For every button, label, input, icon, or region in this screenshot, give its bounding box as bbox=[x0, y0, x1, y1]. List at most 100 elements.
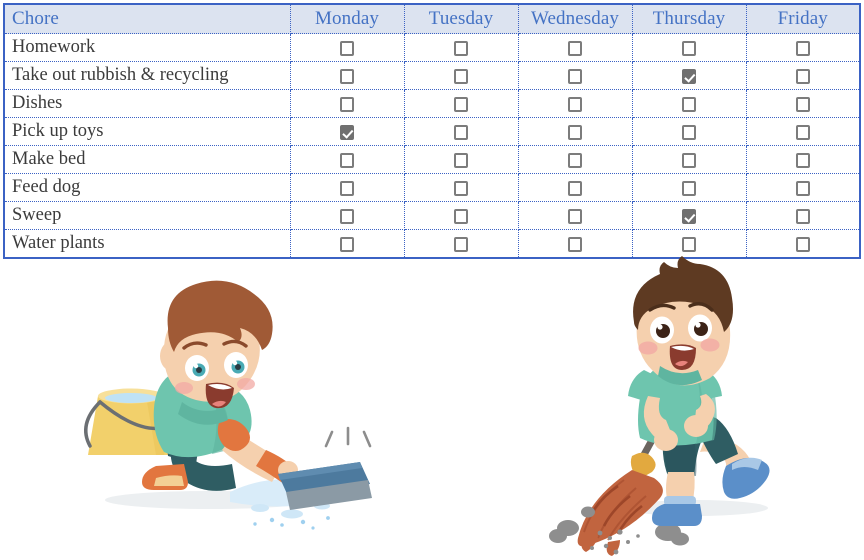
chore-day-cell[interactable] bbox=[746, 89, 860, 118]
chore-day-cell[interactable] bbox=[290, 173, 405, 202]
table-body: Homework Take out rubbish & recycling Dish… bbox=[4, 33, 860, 258]
checkbox-unchecked[interactable] bbox=[568, 96, 582, 112]
chore-day-cell[interactable] bbox=[746, 201, 860, 230]
column-header-tuesday: Tuesday bbox=[404, 4, 519, 34]
chore-day-cell[interactable] bbox=[632, 61, 747, 90]
checkbox-unchecked[interactable] bbox=[454, 68, 468, 84]
chore-day-cell[interactable] bbox=[290, 89, 405, 118]
chore-name-cell: Take out rubbish & recycling bbox=[4, 61, 291, 90]
chore-day-cell[interactable] bbox=[746, 117, 860, 146]
chore-day-cell[interactable] bbox=[518, 117, 633, 146]
checkbox-unchecked[interactable] bbox=[340, 40, 354, 56]
checkbox-unchecked[interactable] bbox=[795, 96, 810, 112]
illustration-area bbox=[0, 252, 864, 560]
chore-day-cell[interactable] bbox=[404, 201, 519, 230]
table-row: Sweep bbox=[4, 201, 860, 230]
checkbox-unchecked[interactable] bbox=[682, 96, 696, 112]
chore-day-cell[interactable] bbox=[290, 33, 405, 62]
chore-name-cell: Homework bbox=[4, 33, 291, 62]
chore-day-cell[interactable] bbox=[632, 145, 747, 174]
chore-day-cell[interactable] bbox=[632, 89, 747, 118]
chore-day-cell[interactable] bbox=[518, 173, 633, 202]
checkbox-unchecked[interactable] bbox=[795, 208, 810, 224]
chore-chart-table-container: Chore Monday Tuesday Wednesday Thursday … bbox=[3, 3, 861, 259]
chore-day-cell[interactable] bbox=[746, 61, 860, 90]
chore-day-cell[interactable] bbox=[404, 61, 519, 90]
chore-day-cell[interactable] bbox=[746, 145, 860, 174]
chore-day-cell[interactable] bbox=[404, 117, 519, 146]
checkbox-unchecked[interactable] bbox=[340, 68, 354, 84]
checkbox-unchecked[interactable] bbox=[795, 124, 810, 140]
checkbox-unchecked[interactable] bbox=[682, 180, 696, 196]
table-row: Take out rubbish & recycling bbox=[4, 61, 860, 90]
checkbox-unchecked[interactable] bbox=[340, 208, 354, 224]
chore-day-cell[interactable] bbox=[404, 145, 519, 174]
shoe-front bbox=[652, 504, 702, 526]
table-row: Pick up toys bbox=[4, 117, 860, 146]
chore-name-cell: Make bed bbox=[4, 145, 291, 174]
checkbox-unchecked[interactable] bbox=[454, 208, 468, 224]
chore-day-cell[interactable] bbox=[290, 117, 405, 146]
chore-day-cell[interactable] bbox=[746, 173, 860, 202]
chore-day-cell[interactable] bbox=[404, 89, 519, 118]
checkbox-unchecked[interactable] bbox=[568, 40, 582, 56]
header-row: Chore Monday Tuesday Wednesday Thursday … bbox=[4, 4, 860, 34]
checkbox-unchecked[interactable] bbox=[568, 68, 582, 84]
checkbox-unchecked[interactable] bbox=[454, 96, 468, 112]
checkbox-unchecked[interactable] bbox=[340, 180, 354, 196]
chore-day-cell[interactable] bbox=[518, 201, 633, 230]
checkbox-unchecked[interactable] bbox=[682, 124, 696, 140]
chore-day-cell[interactable] bbox=[290, 145, 405, 174]
checkbox-unchecked[interactable] bbox=[454, 124, 468, 140]
checkbox-unchecked[interactable] bbox=[795, 40, 810, 56]
table-row: Feed dog bbox=[4, 173, 860, 202]
chore-day-cell[interactable] bbox=[404, 33, 519, 62]
checkbox-unchecked[interactable] bbox=[340, 152, 354, 168]
checkbox-unchecked[interactable] bbox=[568, 208, 582, 224]
chore-day-cell[interactable] bbox=[632, 33, 747, 62]
chore-name-cell: Feed dog bbox=[4, 173, 291, 202]
checkbox-unchecked[interactable] bbox=[454, 40, 468, 56]
chore-day-cell[interactable] bbox=[290, 201, 405, 230]
chore-name-cell: Pick up toys bbox=[4, 117, 291, 146]
table-row: Dishes bbox=[4, 89, 860, 118]
boy-front-leg bbox=[652, 472, 702, 526]
checkbox-checked[interactable] bbox=[682, 68, 696, 84]
checkbox-unchecked[interactable] bbox=[568, 180, 582, 196]
cheek-right bbox=[237, 378, 255, 390]
chore-day-cell[interactable] bbox=[518, 33, 633, 62]
sparkle-lines bbox=[324, 426, 372, 448]
checkbox-unchecked[interactable] bbox=[795, 180, 810, 196]
checkbox-unchecked[interactable] bbox=[568, 152, 582, 168]
checkbox-unchecked[interactable] bbox=[454, 180, 468, 196]
checkbox-unchecked[interactable] bbox=[682, 40, 696, 56]
cheek-left bbox=[638, 341, 658, 355]
broom-head bbox=[577, 452, 663, 556]
chore-name-cell: Dishes bbox=[4, 89, 291, 118]
chore-day-cell[interactable] bbox=[632, 173, 747, 202]
boy-head bbox=[633, 256, 733, 386]
checkbox-checked[interactable] bbox=[340, 124, 354, 140]
chore-day-cell[interactable] bbox=[290, 61, 405, 90]
chore-day-cell[interactable] bbox=[518, 145, 633, 174]
checkbox-unchecked[interactable] bbox=[795, 152, 810, 168]
chore-day-cell[interactable] bbox=[404, 173, 519, 202]
chore-day-cell[interactable] bbox=[518, 61, 633, 90]
checkbox-unchecked[interactable] bbox=[340, 236, 354, 252]
chore-day-cell[interactable] bbox=[746, 33, 860, 62]
boy-sweeping-floor-illustration bbox=[549, 256, 770, 556]
checkbox-unchecked[interactable] bbox=[454, 236, 468, 252]
table-header: Chore Monday Tuesday Wednesday Thursday … bbox=[4, 4, 860, 34]
chore-day-cell[interactable] bbox=[632, 117, 747, 146]
hand-upper bbox=[684, 415, 708, 437]
checkbox-unchecked[interactable] bbox=[568, 124, 582, 140]
checkbox-unchecked[interactable] bbox=[795, 68, 810, 84]
chore-day-cell[interactable] bbox=[518, 89, 633, 118]
checkbox-unchecked[interactable] bbox=[682, 152, 696, 168]
cheek-right bbox=[700, 338, 720, 352]
checkbox-unchecked[interactable] bbox=[454, 152, 468, 168]
column-header-chore: Chore bbox=[4, 4, 291, 34]
chore-day-cell[interactable] bbox=[632, 201, 747, 230]
checkbox-checked[interactable] bbox=[682, 208, 696, 224]
checkbox-unchecked[interactable] bbox=[340, 96, 354, 112]
